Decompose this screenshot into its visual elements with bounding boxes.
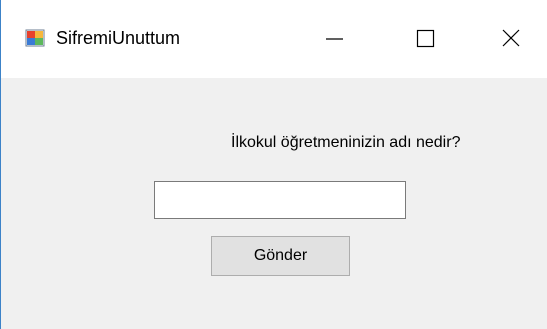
- form-client-area: İlkokul öğretmeninizin adı nedir? Gönder: [1, 78, 547, 329]
- app-window: SifremiUnuttum İlkokul öğretmeninizin ad…: [0, 0, 547, 329]
- minimize-button[interactable]: [289, 0, 379, 78]
- app-icon: [25, 28, 45, 48]
- minimize-icon: [326, 38, 343, 40]
- send-button[interactable]: Gönder: [211, 236, 350, 276]
- close-icon: [502, 29, 520, 47]
- security-question-label: İlkokul öğretmeninizin adı nedir?: [231, 134, 461, 151]
- maximize-button[interactable]: [379, 0, 469, 78]
- answer-input[interactable]: [154, 181, 406, 219]
- title-bar[interactable]: SifremiUnuttum: [1, 0, 547, 78]
- window-title: SifremiUnuttum: [56, 28, 181, 48]
- close-button[interactable]: [469, 0, 547, 78]
- maximize-icon: [416, 29, 435, 48]
